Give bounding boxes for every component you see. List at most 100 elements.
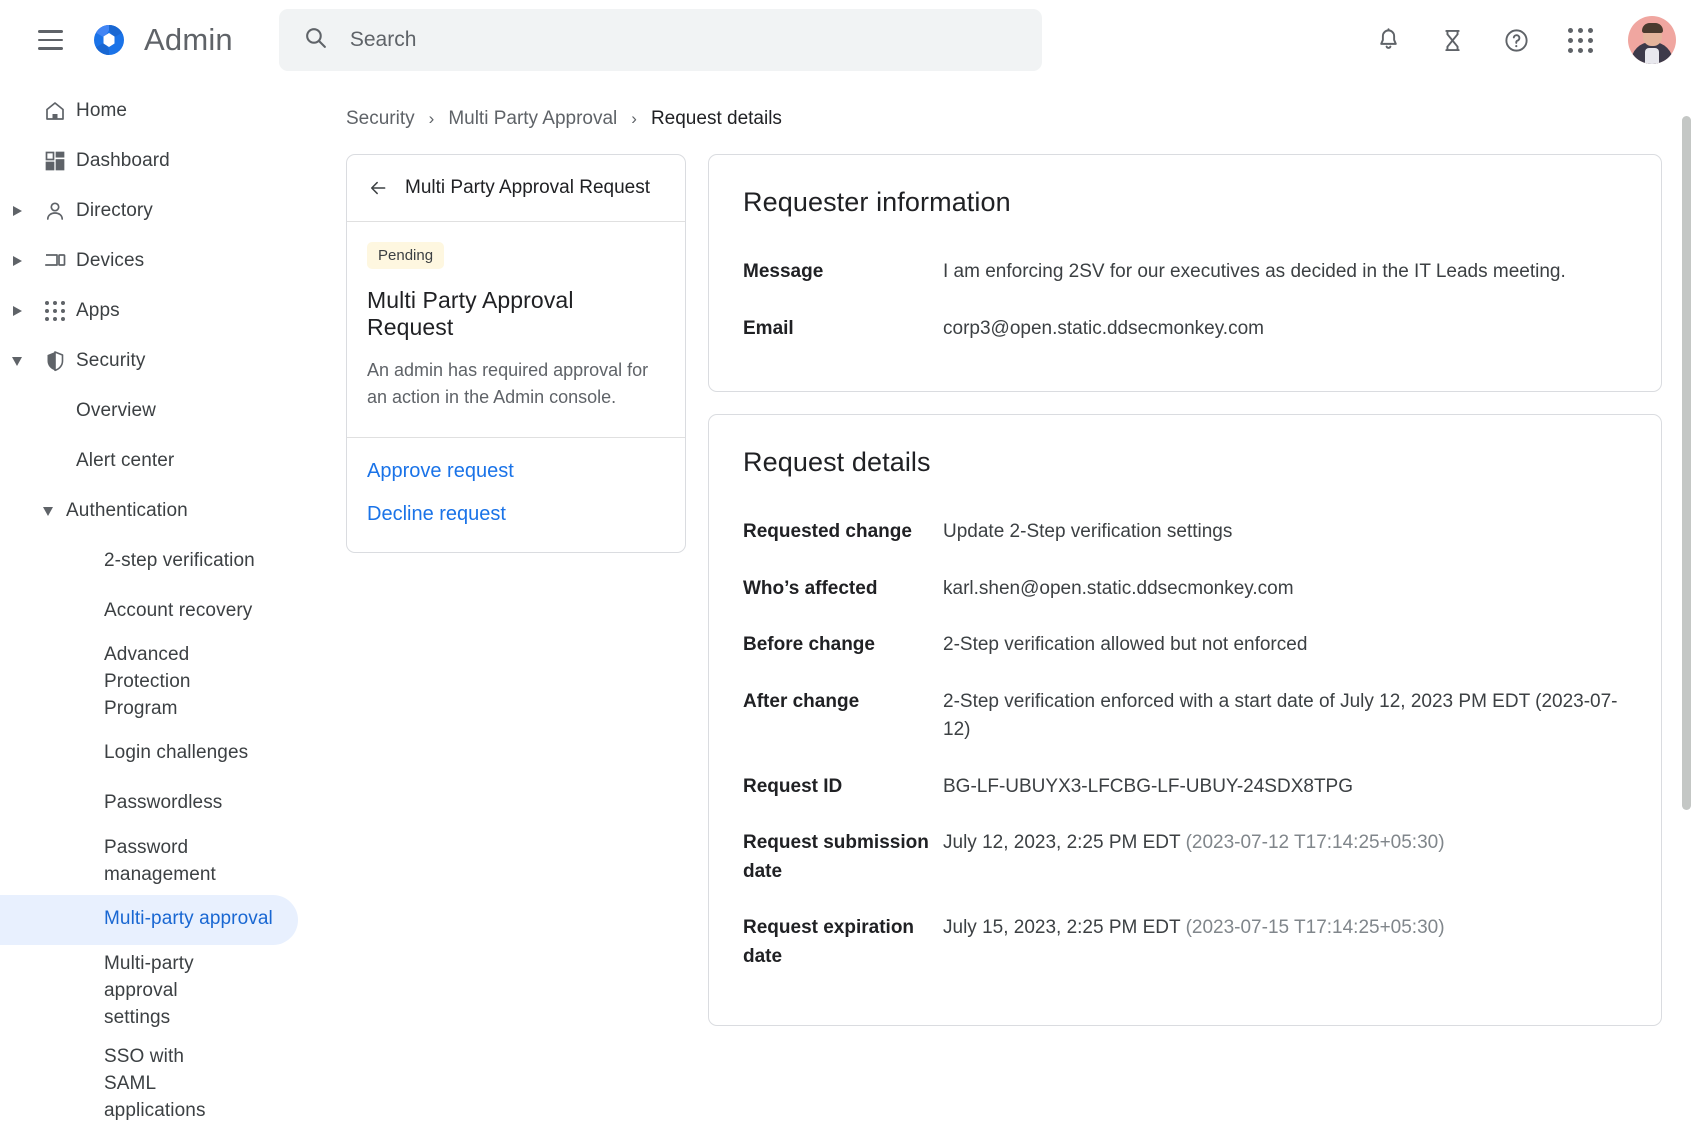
- panes: Multi Party Approval Request Pending Mul…: [312, 154, 1700, 1026]
- sidebar-item-authentication[interactable]: Authentication: [0, 486, 298, 536]
- sidebar-item-label: Apps: [76, 300, 120, 322]
- status-badge: Pending: [367, 242, 444, 269]
- sidebar-item-security[interactable]: Security: [0, 336, 298, 386]
- chevron-right-icon[interactable]: [0, 255, 34, 267]
- detail-key: Who’s affected: [743, 575, 943, 604]
- sidebar-item-label: Devices: [76, 250, 144, 272]
- apps-grid-icon[interactable]: [1554, 14, 1606, 66]
- sidebar-item-home[interactable]: Home: [0, 86, 298, 136]
- sidebar-item-account-recovery[interactable]: Account recovery: [0, 586, 298, 636]
- hamburger-menu-icon[interactable]: [28, 18, 72, 62]
- main-body: Home Dashboard: [0, 80, 1700, 1129]
- detail-value: BG-LF-UBUYX3-LFCBG-LF-UBUY-24SDX8TPG: [943, 773, 1627, 802]
- sidebar-subitem-label: Multi-party approval: [104, 906, 273, 933]
- breadcrumb-item-security[interactable]: Security: [346, 108, 415, 130]
- scrollbar-thumb[interactable]: [1682, 116, 1691, 810]
- avatar[interactable]: [1628, 16, 1676, 64]
- devices-icon: [34, 249, 76, 273]
- sidebar-item-label: Directory: [76, 200, 153, 222]
- vertical-scrollbar[interactable]: [1682, 80, 1692, 1129]
- sidebar-subitem-label: Authentication: [66, 498, 188, 525]
- sidebar-item-label: Dashboard: [76, 150, 170, 172]
- chevron-down-icon[interactable]: [0, 356, 34, 367]
- back-arrow-icon[interactable]: [367, 178, 389, 198]
- shield-icon: [34, 349, 76, 373]
- brand-logo-link[interactable]: Admin: [92, 22, 233, 58]
- detail-row: Message I am enforcing 2SV for our execu…: [743, 244, 1627, 301]
- detail-value: 2-Step verification enforced with a star…: [943, 688, 1627, 745]
- hourglass-icon[interactable]: [1426, 14, 1478, 66]
- sidebar-subitem-label: Passwordless: [104, 790, 222, 817]
- admin-console-window: Admin: [0, 0, 1700, 1129]
- notifications-icon[interactable]: [1362, 14, 1414, 66]
- request-card-body: Pending Multi Party Approval Request An …: [347, 222, 685, 438]
- sidebar-item-2-step-verification[interactable]: 2-step verification: [0, 536, 298, 586]
- help-icon[interactable]: [1490, 14, 1542, 66]
- chevron-down-icon[interactable]: [42, 506, 54, 517]
- request-details-rows: Requested change Update 2-Step verificat…: [743, 504, 1627, 985]
- sidebar-item-overview[interactable]: Overview: [0, 386, 298, 436]
- sidebar-item-sso-with-saml-applications[interactable]: SSO with SAML applications: [0, 1038, 298, 1129]
- detail-key: Requested change: [743, 518, 943, 547]
- content-area: Security › Multi Party Approval › Reques…: [312, 80, 1700, 1129]
- sidebar-item-label: Home: [76, 100, 127, 122]
- detail-row: Request submission date July 12, 2023, 2…: [743, 815, 1627, 900]
- detail-key: Request expiration date: [743, 914, 943, 971]
- decline-request-button[interactable]: Decline request: [367, 503, 665, 526]
- sidebar-item-apps[interactable]: Apps: [0, 286, 298, 336]
- sidebar-subitem-label: Multi-party approval settings: [104, 951, 198, 1032]
- request-details-title: Request details: [743, 447, 1627, 478]
- detail-key: Message: [743, 258, 943, 287]
- detail-value: karl.shen@open.static.ddsecmonkey.com: [943, 575, 1627, 604]
- request-card-header[interactable]: Multi Party Approval Request: [347, 155, 685, 222]
- sidebar-item-directory[interactable]: Directory: [0, 186, 298, 236]
- search-bar[interactable]: [279, 9, 1042, 71]
- detail-value: July 15, 2023, 2:25 PM EDT (2023-07-15 T…: [943, 914, 1627, 943]
- sidebar-item-dashboard[interactable]: Dashboard: [0, 136, 298, 186]
- sidebar-item-passwordless[interactable]: Passwordless: [0, 779, 298, 829]
- detail-value: 2-Step verification allowed but not enfo…: [943, 631, 1627, 660]
- sidebar-subitem-label: Alert center: [76, 448, 174, 475]
- detail-value-main: July 12, 2023, 2:25 PM EDT: [943, 832, 1186, 853]
- search-input[interactable]: [350, 28, 1018, 52]
- sidebar-subitem-label: SSO with SAML applications: [104, 1044, 206, 1125]
- requester-information-card: Requester information Message I am enfor…: [708, 154, 1662, 392]
- sidebar-subitem-label: Overview: [76, 398, 156, 425]
- sidebar-nav: Home Dashboard: [0, 80, 312, 1129]
- detail-value-muted: (2023-07-12 T17:14:25+05:30): [1186, 832, 1445, 853]
- detail-row: Email corp3@open.static.ddsecmonkey.com: [743, 301, 1627, 358]
- chevron-right-icon[interactable]: [0, 305, 34, 317]
- chevron-right-icon[interactable]: [0, 205, 34, 217]
- breadcrumb-separator: ›: [429, 109, 435, 129]
- detail-key: Before change: [743, 631, 943, 660]
- sidebar-item-devices[interactable]: Devices: [0, 236, 298, 286]
- person-icon: [34, 199, 76, 223]
- detail-key: Request submission date: [743, 829, 943, 886]
- detail-value: July 12, 2023, 2:25 PM EDT (2023-07-12 T…: [943, 829, 1627, 858]
- sidebar-item-login-challenges[interactable]: Login challenges: [0, 729, 298, 779]
- google-admin-logo-icon: [92, 23, 126, 57]
- detail-value: corp3@open.static.ddsecmonkey.com: [943, 315, 1627, 344]
- sidebar-item-alert-center[interactable]: Alert center: [0, 436, 298, 486]
- sidebar-item-password-management[interactable]: Password management: [0, 829, 298, 895]
- detail-row: After change 2-Step verification enforce…: [743, 674, 1627, 759]
- sidebar-subitem-label: Password management: [104, 835, 282, 889]
- request-card-actions: Approve request Decline request: [347, 438, 685, 552]
- request-card-header-title: Multi Party Approval Request: [405, 177, 650, 199]
- sidebar-item-multi-party-approval-settings[interactable]: Multi-party approval settings: [0, 945, 298, 1038]
- detail-value: I am enforcing 2SV for our executives as…: [943, 258, 1627, 287]
- top-app-bar: Admin: [0, 0, 1700, 80]
- detail-row: Request ID BG-LF-UBUYX3-LFCBG-LF-UBUY-24…: [743, 759, 1627, 816]
- top-bar-actions: [1362, 14, 1676, 66]
- sidebar-item-multi-party-approval[interactable]: Multi-party approval: [0, 895, 298, 945]
- apps-icon: [34, 301, 76, 321]
- detail-key: Request ID: [743, 773, 943, 802]
- home-icon: [34, 99, 76, 123]
- request-card-description: An admin has required approval for an ac…: [367, 357, 665, 411]
- sidebar-item-advanced-protection-program[interactable]: Advanced Protection Program: [0, 636, 298, 729]
- breadcrumb-item-multi-party-approval[interactable]: Multi Party Approval: [448, 108, 617, 130]
- sidebar-subitem-label: Advanced Protection Program: [104, 642, 212, 723]
- sidebar-subitem-label: Login challenges: [104, 740, 248, 767]
- approve-request-button[interactable]: Approve request: [367, 460, 665, 483]
- sidebar-subitem-label: 2-step verification: [104, 548, 255, 575]
